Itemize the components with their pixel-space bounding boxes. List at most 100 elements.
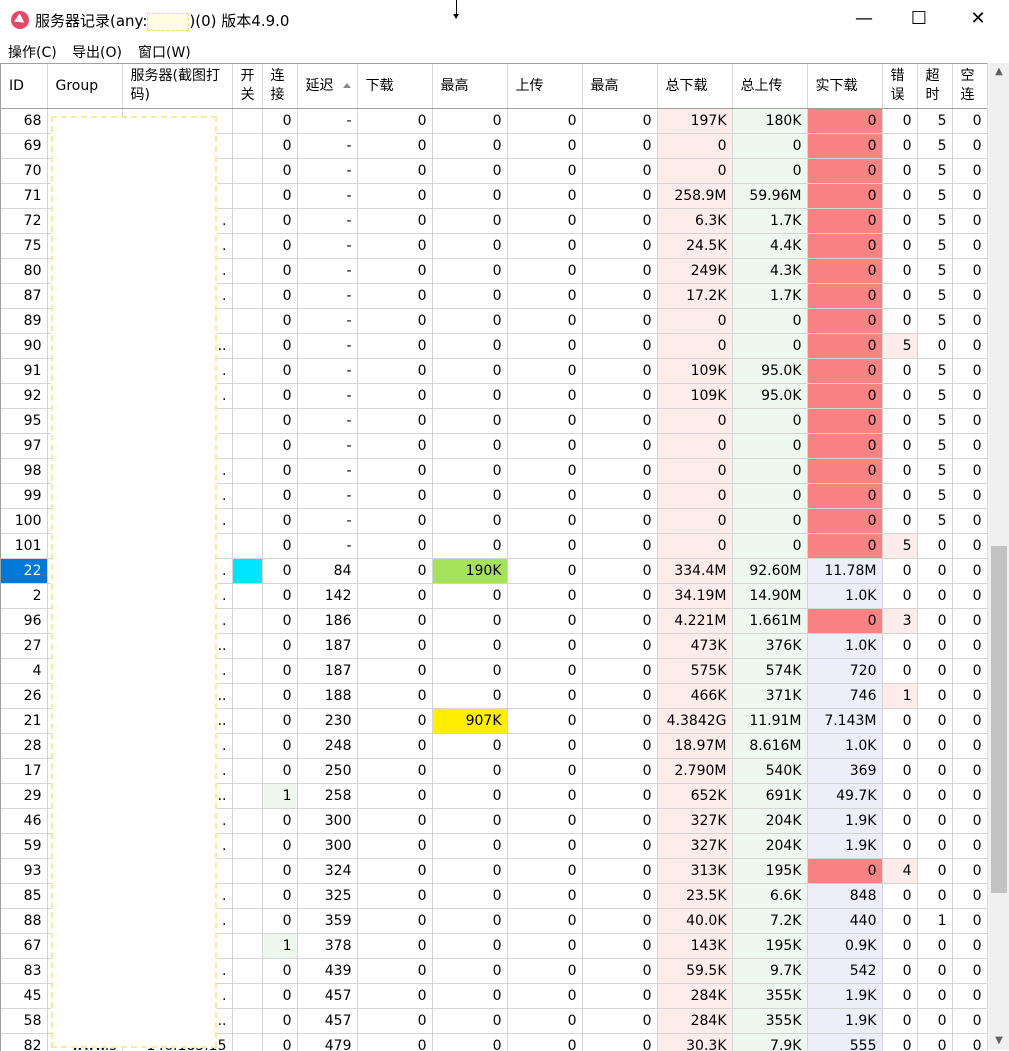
cell-peak-download: 0 [432, 359, 507, 384]
cell-peak-download: 0 [432, 634, 507, 659]
close-button[interactable]: ✕ [955, 0, 1001, 38]
column-header-total-upload[interactable]: 总上传 [732, 64, 807, 109]
column-header-errors[interactable]: 错误 [882, 64, 917, 109]
cell-real-download: 0 [807, 434, 882, 459]
column-header-switch[interactable]: 开关 [232, 64, 262, 109]
column-header-timeouts[interactable]: 超时 [917, 64, 952, 109]
cell-idle-connections: 0 [952, 359, 987, 384]
cell-download: 0 [357, 459, 432, 484]
cell-timeouts: 0 [917, 884, 952, 909]
cell-peak-upload: 0 [582, 334, 657, 359]
column-header-peak-download[interactable]: 最高 [432, 64, 507, 109]
cell-idle-connections: 0 [952, 259, 987, 284]
cell-idle-connections: 0 [952, 609, 987, 634]
cell-peak-upload: 0 [582, 934, 657, 959]
cell-peak-download: 0 [432, 134, 507, 159]
cell-switch [232, 284, 262, 309]
cell-id: 2 [1, 584, 47, 609]
cell-total-download: 284K [657, 1009, 732, 1034]
column-header-total-download[interactable]: 总下载 [657, 64, 732, 109]
cell-peak-download: 0 [432, 659, 507, 684]
cell-download: 0 [357, 309, 432, 334]
column-header-real-download[interactable]: 实下载 [807, 64, 882, 109]
cell-timeouts: 5 [917, 209, 952, 234]
column-header-server[interactable]: 服务器(截图打码) [122, 64, 232, 109]
cell-peak-download: 0 [432, 884, 507, 909]
cell-peak-upload: 0 [582, 384, 657, 409]
cell-upload: 0 [507, 734, 582, 759]
cell-peak-upload: 0 [582, 859, 657, 884]
cell-real-download: 0.9K [807, 934, 882, 959]
cell-idle-connections: 0 [952, 309, 987, 334]
cell-errors: 0 [882, 234, 917, 259]
column-header-idle-connections[interactable]: 空连 [952, 64, 987, 109]
menu-operate[interactable]: 操作(C) [8, 42, 57, 62]
vertical-scrollbar[interactable]: ▲ ▼ [987, 63, 1009, 1050]
cell-download: 0 [357, 109, 432, 134]
cell-download: 0 [357, 159, 432, 184]
column-header-group[interactable]: Group [47, 64, 122, 109]
cell-total-download: 109K [657, 359, 732, 384]
menu-window[interactable]: 窗口(W) [138, 42, 191, 62]
cell-peak-upload: 0 [582, 409, 657, 434]
text-cursor-icon [456, 0, 457, 18]
cell-timeouts: 0 [917, 1009, 952, 1034]
cell-switch [232, 159, 262, 184]
cell-real-download: 0 [807, 359, 882, 384]
cell-errors: 0 [882, 809, 917, 834]
cell-errors: 0 [882, 159, 917, 184]
menu-export[interactable]: 导出(O) [72, 42, 122, 62]
cell-real-download: 369 [807, 759, 882, 784]
cell-idle-connections: 0 [952, 509, 987, 534]
cell-real-download: 0 [807, 534, 882, 559]
cell-delay: - [297, 159, 357, 184]
cell-real-download: 0 [807, 109, 882, 134]
column-header-delay[interactable]: 延迟 [297, 64, 357, 109]
column-header-upload[interactable]: 上传 [507, 64, 582, 109]
cell-delay: 250 [297, 759, 357, 784]
cell-peak-download: 0 [432, 459, 507, 484]
cell-connections: 0 [262, 884, 297, 909]
cell-connections: 0 [262, 409, 297, 434]
cell-total-upload: 8.616M [732, 734, 807, 759]
cell-errors: 1 [882, 684, 917, 709]
column-header-peak-upload[interactable]: 最高 [582, 64, 657, 109]
cell-switch [232, 609, 262, 634]
cell-connections: 0 [262, 309, 297, 334]
cell-peak-upload: 0 [582, 509, 657, 534]
cell-idle-connections: 0 [952, 1009, 987, 1034]
redaction-mask [51, 116, 217, 1048]
cell-idle-connections: 0 [952, 534, 987, 559]
cell-id: 97 [1, 434, 47, 459]
scroll-thumb[interactable] [991, 546, 1007, 893]
cell-peak-upload: 0 [582, 434, 657, 459]
cell-download: 0 [357, 834, 432, 859]
scroll-down-icon[interactable]: ▼ [988, 1032, 1009, 1050]
title-bar: 服务器记录(any:)(0) 版本4.9.0 — ☐ ✕ [0, 0, 1009, 38]
cell-real-download: 0 [807, 134, 882, 159]
scroll-up-icon[interactable]: ▲ [988, 63, 1009, 81]
cell-peak-download: 0 [432, 509, 507, 534]
cell-id: 80 [1, 259, 47, 284]
cell-id: 58 [1, 1009, 47, 1034]
cell-id: 83 [1, 959, 47, 984]
column-header-download[interactable]: 下载 [357, 64, 432, 109]
cell-timeouts: 5 [917, 409, 952, 434]
cell-connections: 0 [262, 584, 297, 609]
column-header-connections[interactable]: 连接 [262, 64, 297, 109]
minimize-button[interactable]: — [841, 0, 887, 38]
cell-idle-connections: 0 [952, 659, 987, 684]
column-header-id[interactable]: ID [1, 64, 47, 109]
maximize-button[interactable]: ☐ [896, 0, 942, 38]
cell-real-download: 0 [807, 484, 882, 509]
cell-switch [232, 259, 262, 284]
cell-total-upload: 540K [732, 759, 807, 784]
cell-total-upload: 0 [732, 484, 807, 509]
cell-id: 99 [1, 484, 47, 509]
cell-id: 17 [1, 759, 47, 784]
cell-upload: 0 [507, 534, 582, 559]
cell-download: 0 [357, 609, 432, 634]
cell-total-download: 59.5K [657, 959, 732, 984]
cell-delay: 187 [297, 634, 357, 659]
cell-total-download: 2.790M [657, 759, 732, 784]
